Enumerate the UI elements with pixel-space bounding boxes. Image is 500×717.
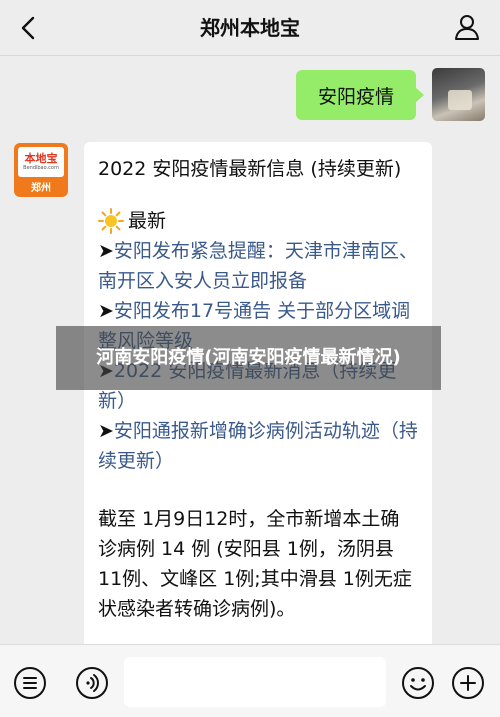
logo-url: Bendibao.com [23, 165, 59, 171]
chat-title: 郑州本地宝 [200, 16, 300, 40]
arrow-icon: ➤ [98, 420, 114, 442]
person-icon[interactable] [452, 12, 482, 42]
avatar-photo-detail [448, 90, 472, 110]
case-summary-text: 截至 1月9日12时，全市新增本土确诊病例 14 例 (安阳县 1例，汤阴县 1… [98, 508, 412, 620]
caption-overlay-text: 河南安阳疫情(河南安阳疫情最新情况) [96, 347, 401, 368]
news-link-text[interactable]: 安阳发布紧急提醒：天津市津南区、南开区入安人员立即报备 [98, 240, 418, 292]
outgoing-message-text: 安阳疫情 [317, 85, 394, 108]
caption-overlay: 河南安阳疫情(河南安阳疫情最新情况) [56, 326, 441, 390]
chevron-left-icon[interactable] [14, 14, 42, 42]
news-link-text[interactable]: 安阳通报新增确诊病例活动轨迹（持续更新） [98, 420, 418, 472]
message-input[interactable] [124, 657, 386, 707]
voice-icon[interactable] [74, 665, 110, 701]
outgoing-message-bubble[interactable]: 安阳疫情 [296, 70, 424, 120]
arrow-icon: ➤ [98, 240, 114, 262]
arrow-icon: ➤ [98, 300, 114, 322]
my-avatar[interactable] [432, 68, 485, 121]
input-bar [0, 644, 500, 717]
top-navbar: 郑州本地宝 [0, 0, 500, 56]
latest-heading: 最新 [98, 206, 418, 236]
incoming-message-bubble[interactable]: 2022 安阳疫情最新信息 (持续更新) 最新 ➤安阳发布紧急提醒：天津市津南区… [84, 142, 432, 652]
bot-avatar[interactable]: 本地宝 Bendibao.com 郑州 [14, 143, 68, 197]
latest-label: 最新 [128, 210, 167, 232]
sun-icon [98, 208, 124, 234]
emoji-icon[interactable] [400, 665, 436, 701]
message-title: 2022 安阳疫情最新信息 (持续更新) [98, 158, 402, 180]
plus-icon[interactable] [450, 665, 486, 701]
logo-name: 本地宝 [24, 152, 58, 165]
logo-city: 郑州 [31, 183, 51, 194]
news-link-item[interactable]: ➤安阳通报新增确诊病例活动轨迹（持续更新） [98, 416, 418, 476]
bendibao-logo: 本地宝 Bendibao.com [18, 147, 64, 177]
news-link-item[interactable]: ➤安阳发布紧急提醒：天津市津南区、南开区入安人员立即报备 [98, 236, 418, 296]
menu-list-icon[interactable] [12, 665, 48, 701]
